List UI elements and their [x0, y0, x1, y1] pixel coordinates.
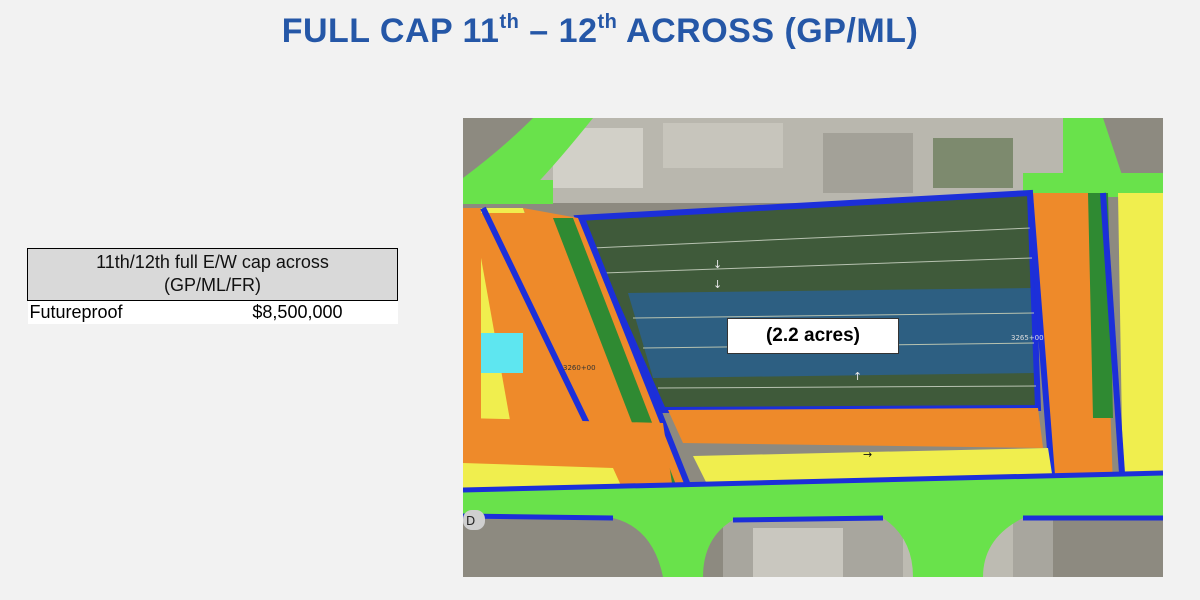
slide-title: FULL CAP 11th – 12th ACROSS (GP/ML) [0, 10, 1200, 51]
cost-table-row: Futureproof $8,500,000 [27, 300, 398, 324]
south-curb-line [732, 515, 884, 523]
south-curb-line [463, 513, 614, 521]
frontage-south-orange [668, 408, 1043, 448]
cost-row-value: $8,500,000 [252, 301, 343, 322]
frontage-lanes-east-yellow [1118, 193, 1163, 488]
cap-area-label: (2.2 acres) [727, 318, 899, 354]
edge-label-text: D [466, 514, 475, 528]
cost-table-header-row: 11th/12th full E/W cap across (GP/ML/FR) [27, 248, 398, 301]
cost-table: 11th/12th full E/W cap across (GP/ML/FR)… [27, 248, 398, 324]
title-part-2: – 12 [519, 12, 598, 50]
street-segment [463, 180, 553, 204]
cost-table-header: 11th/12th full E/W cap across (GP/ML/FR) [27, 248, 398, 301]
lane-arrow: ↓ [713, 278, 722, 291]
station-label-right: 3265+00 [1011, 334, 1044, 342]
cost-table-header-line-2: (GP/ML/FR) [164, 275, 261, 295]
aerial-building [823, 133, 913, 193]
title-part-1: FULL CAP 11 [281, 12, 500, 50]
title-superscript-2: th [597, 10, 618, 33]
lane-arrow: ↑ [853, 370, 862, 383]
title-part-3: ACROSS (GP/ML) [617, 12, 919, 50]
aerial-building [753, 528, 843, 577]
lane-arrow: ↓ [713, 258, 722, 271]
cost-table-header-line-1: 11th/12th full E/W cap across [96, 252, 329, 272]
aerial-trees [933, 138, 1013, 188]
cost-row-label: Futureproof [29, 301, 123, 322]
aerial-building [663, 123, 783, 168]
station-label-left: 3260+00 [563, 364, 596, 372]
title-superscript-1: th [499, 10, 520, 33]
lane-arrow: → [863, 448, 872, 461]
